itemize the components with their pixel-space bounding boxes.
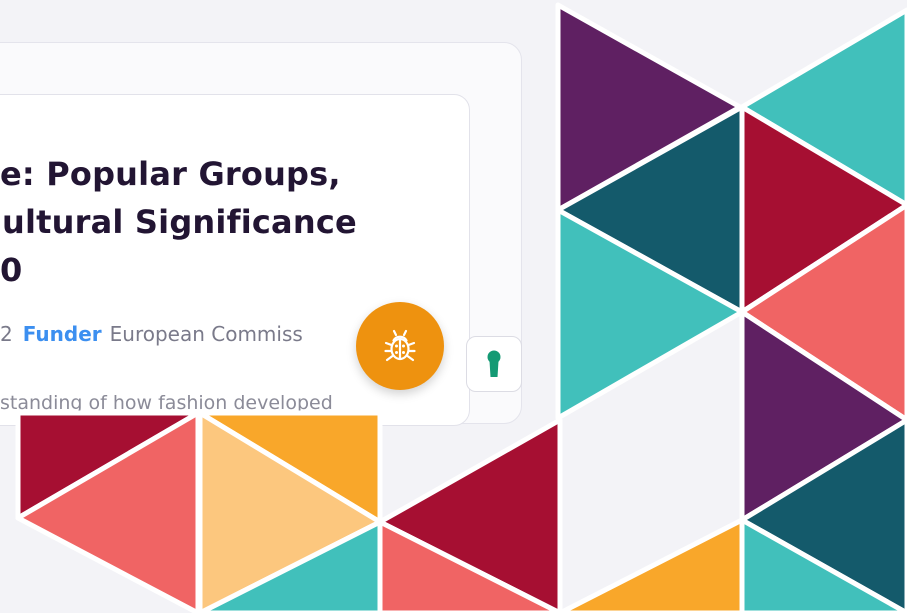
triangle-orange-bottom-right	[557, 517, 745, 613]
geometric-pattern	[15, 2, 907, 613]
